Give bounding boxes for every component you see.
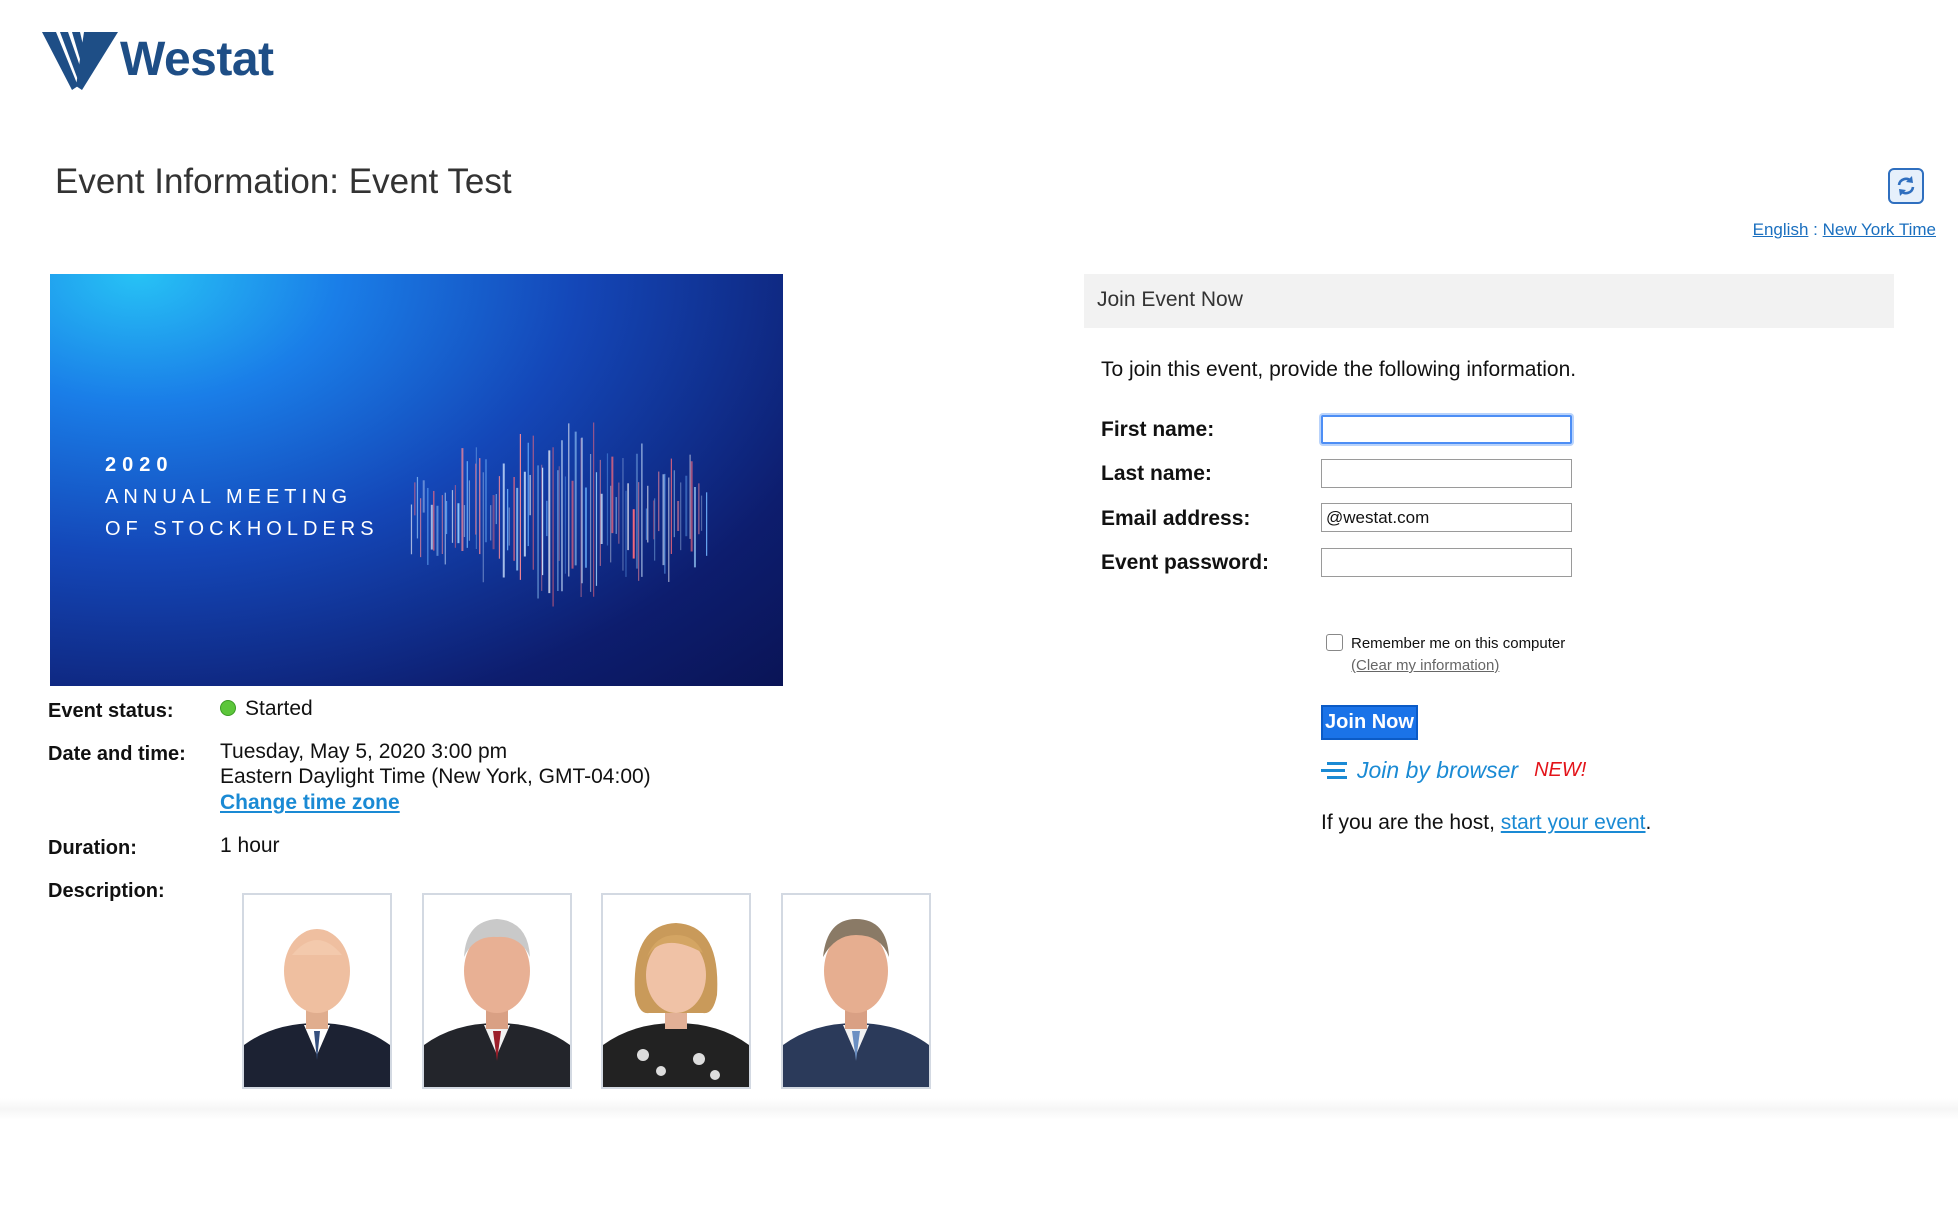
datetime-line-1: Tuesday, May 5, 2020 3:00 pm	[220, 740, 508, 763]
email-input[interactable]	[1321, 503, 1572, 532]
join-panel-title: Join Event Now	[1097, 288, 1243, 311]
email-label: Email address:	[1101, 507, 1251, 530]
speaker-photo-2	[422, 893, 572, 1089]
host-suffix: .	[1645, 811, 1652, 834]
datetime-label: Date and time:	[48, 743, 186, 765]
westat-logo-icon	[42, 32, 118, 90]
footer-divider	[0, 1098, 1958, 1120]
refresh-icon	[1897, 176, 1915, 196]
locale-separator: :	[1813, 220, 1818, 239]
person-photo-icon	[244, 929, 390, 1087]
remember-me-checkbox[interactable]	[1326, 634, 1343, 651]
duration-value: 1 hour	[220, 834, 280, 857]
browser-lines-icon	[1321, 761, 1347, 779]
join-by-browser-label: Join by browser	[1357, 757, 1519, 783]
banner-line-3: OF STOCKHOLDERS	[105, 518, 379, 540]
last-name-input[interactable]	[1321, 459, 1572, 488]
duration-label: Duration:	[48, 837, 137, 859]
westat-logo: Westat	[42, 28, 302, 94]
event-password-label: Event password:	[1101, 551, 1270, 574]
new-badge: NEW!	[1534, 759, 1587, 781]
status-label: Event status:	[48, 700, 174, 722]
description-label: Description:	[48, 880, 165, 902]
clear-info-link[interactable]: (Clear my information)	[1351, 657, 1499, 674]
remember-me-label: Remember me on this computer	[1351, 635, 1566, 652]
banner-line-2: ANNUAL MEETING	[105, 486, 353, 508]
speaker-photo-3	[601, 893, 751, 1089]
start-event-link[interactable]: start your event	[1501, 811, 1646, 834]
host-line: If you are the host, start your event.	[1321, 811, 1651, 835]
event-password-input[interactable]	[1321, 548, 1572, 577]
host-prefix: If you are the host,	[1321, 811, 1495, 834]
refresh-button[interactable]	[1888, 168, 1924, 204]
join-now-button[interactable]: Join Now	[1321, 705, 1418, 740]
join-panel-header: Join Event Now	[1084, 274, 1894, 328]
first-name-input[interactable]	[1321, 415, 1572, 444]
status-dot-icon	[220, 699, 236, 716]
join-intro-text: To join this event, provide the followin…	[1101, 358, 1577, 381]
person-photo-icon	[603, 923, 749, 1087]
status-text: Started	[245, 697, 313, 720]
banner-year: 2020	[105, 454, 174, 476]
logo-wordmark: Westat	[120, 33, 274, 86]
status-value: Started	[220, 697, 313, 721]
timezone-link[interactable]: New York Time	[1823, 220, 1936, 239]
first-name-label: First name:	[1101, 418, 1215, 441]
person-photo-icon	[783, 919, 929, 1087]
person-photo-icon	[424, 919, 570, 1087]
join-by-browser-link[interactable]: Join by browser NEW!	[1321, 757, 1586, 784]
datetime-line-2: Eastern Daylight Time (New York, GMT-04:…	[220, 765, 651, 788]
event-banner: 2020 ANNUAL MEETING OF STOCKHOLDERS	[50, 274, 783, 686]
last-name-label: Last name:	[1101, 462, 1212, 485]
page-title: Event Information: Event Test	[55, 162, 512, 201]
speaker-photo-4	[781, 893, 931, 1089]
speaker-photo-1	[242, 893, 392, 1089]
locale-links: English : New York Time	[1753, 220, 1936, 240]
change-timezone-link[interactable]: Change time zone	[220, 791, 400, 815]
banner-text: 2020 ANNUAL MEETING OF STOCKHOLDERS	[105, 449, 379, 545]
language-link[interactable]: English	[1753, 220, 1809, 239]
